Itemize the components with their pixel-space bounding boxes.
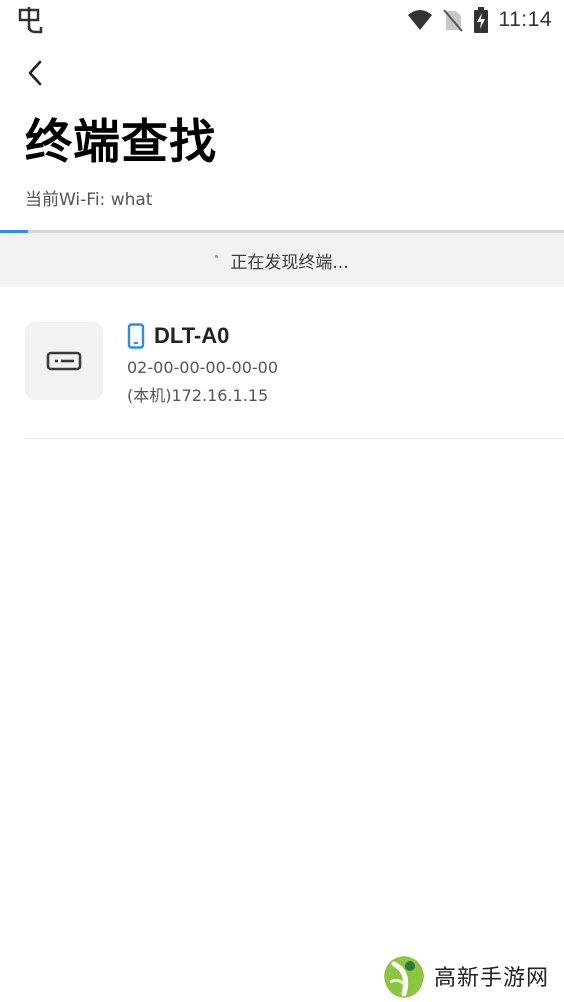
back-button[interactable]	[18, 56, 52, 90]
page-title: 终端查找	[25, 115, 217, 170]
status-time: 11:14	[498, 8, 552, 31]
router-icon	[46, 351, 82, 371]
device-info: DLT-A0 02-00-00-00-00-00 (本机)172.16.1.15	[127, 322, 278, 406]
status-bar: 11:14	[0, 0, 564, 40]
bug-icon	[18, 7, 43, 34]
watermark-text: 高新手游网	[434, 966, 550, 991]
chevron-left-icon	[28, 60, 42, 86]
current-wifi-label: 当前Wi-Fi: what	[25, 190, 153, 210]
watermark: 高新手游网	[380, 950, 564, 1002]
device-name-row: DLT-A0	[127, 322, 278, 350]
device-name: DLT-A0	[154, 323, 230, 348]
device-type-thumbnail	[25, 322, 103, 400]
wifi-icon	[407, 10, 432, 30]
leaf-logo	[384, 956, 424, 998]
battery-charging-icon	[473, 7, 488, 33]
status-icons: 11:14	[407, 4, 553, 36]
discovering-text: 正在发现终端...	[230, 252, 349, 273]
device-mac-address: 02-00-00-00-00-00	[127, 358, 279, 377]
device-list-item[interactable]: DLT-A0 02-00-00-00-00-00 (本机)172.16.1.15	[25, 322, 564, 439]
no-sim-icon	[442, 9, 463, 32]
device-ip-address: (本机)172.16.1.15	[127, 386, 269, 405]
discovering-banner: 正在发现终端...	[0, 233, 564, 287]
phone-icon	[127, 323, 145, 349]
loading-dot-icon	[215, 254, 219, 258]
